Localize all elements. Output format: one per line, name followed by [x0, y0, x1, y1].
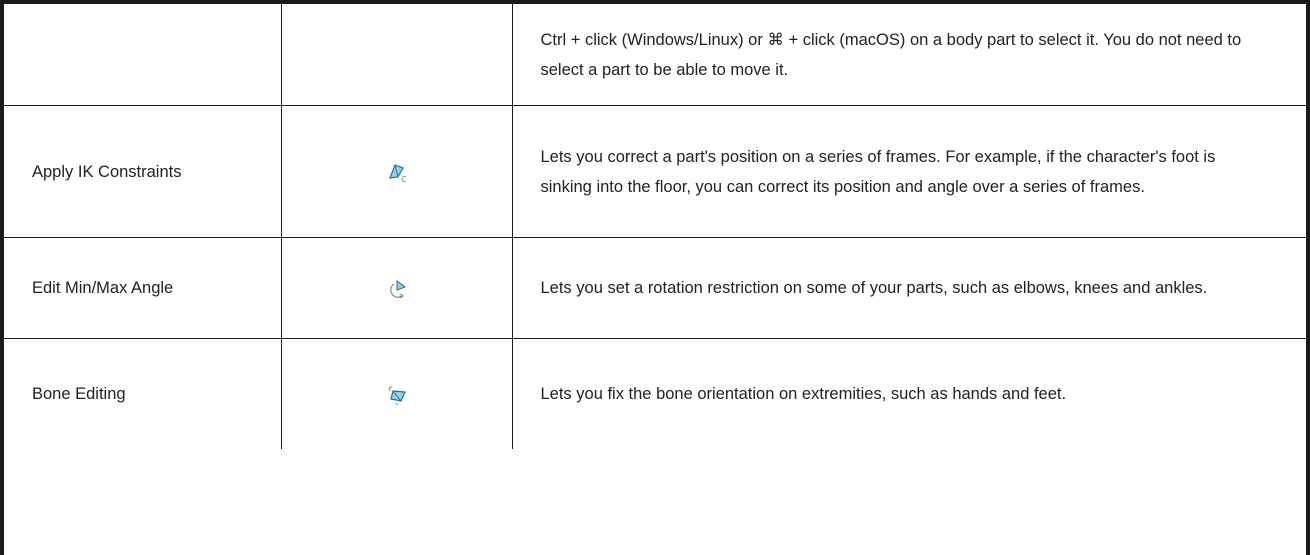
tool-name-cell [4, 4, 282, 106]
tool-icon-cell [280, 237, 513, 339]
tool-name-cell: Edit Min/Max Angle [4, 237, 282, 339]
tool-name-cell: Bone Editing [4, 338, 282, 449]
bone-editing-icon [388, 386, 406, 406]
tool-icon-cell [280, 338, 513, 449]
table-row: Apply IK Constraints C Lets you correct … [4, 105, 1306, 238]
tool-icon-cell: C [280, 105, 513, 238]
tool-icon-cell [280, 4, 513, 106]
tool-description-cell: Lets you correct a part's position on a … [511, 105, 1306, 238]
tool-description-cell: Lets you fix the bone orientation on ext… [511, 338, 1306, 449]
min-max-angle-icon [389, 279, 406, 299]
tool-description-cell: Ctrl + click (Windows/Linux) or ⌘ + clic… [511, 4, 1306, 106]
svg-text:C: C [401, 175, 407, 183]
apply-ik-constraints-icon: C [388, 164, 407, 183]
tool-description-cell: Lets you set a rotation restriction on s… [511, 237, 1306, 339]
table-row: Ctrl + click (Windows/Linux) or ⌘ + clic… [4, 4, 1306, 106]
tool-name-cell: Apply IK Constraints [4, 105, 282, 238]
ik-tools-table: Ctrl + click (Windows/Linux) or ⌘ + clic… [4, 4, 1306, 449]
table-row: Bone Editing Lets you fix the bone orien… [4, 338, 1306, 449]
table-row: Edit Min/Max Angle Lets you set a rotati… [4, 237, 1306, 339]
